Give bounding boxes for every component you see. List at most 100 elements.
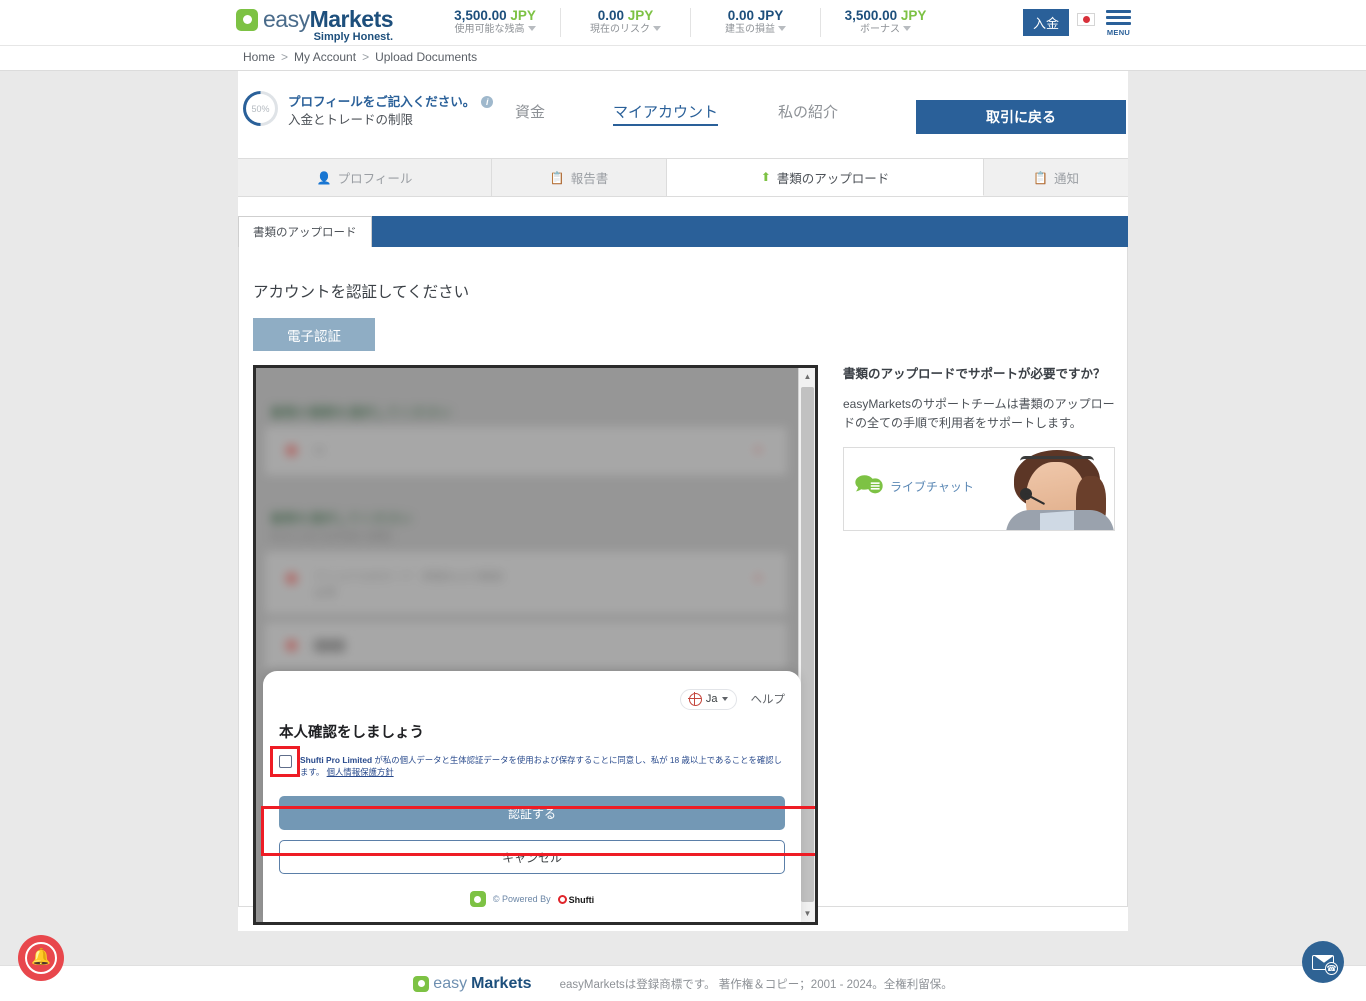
chevron-down-icon[interactable] — [653, 26, 661, 31]
balance-risk-currency: JPY — [628, 8, 654, 23]
shufti-verification-frame: 書類の種類を選択してください ID ▸ 書類を選択してください 有効な身分証明書… — [253, 365, 818, 925]
live-chat-card[interactable]: ライブチャット — [843, 447, 1115, 531]
blurred-option-box — [266, 428, 786, 474]
scroll-up-arrow-icon[interactable]: ▲ — [799, 368, 816, 385]
scroll-down-arrow-icon[interactable]: ▼ — [799, 905, 816, 922]
balance-bonus-label: ボーナス — [860, 24, 900, 35]
account-tab-bar: 👤 プロフィール 📋 報告書 ⬆ 書類のアップロード 📋 通知 — [238, 158, 1128, 197]
contact-widget-button[interactable]: ☎ — [1302, 941, 1344, 983]
consent-row: Shufti Pro Limited が私の個人データと生体認証データを使用およ… — [279, 754, 785, 778]
blurred-arrow-icon: ▸ — [756, 442, 762, 456]
blurred-flag-icon — [286, 573, 297, 584]
blurred-item-3: ████ — [314, 640, 345, 652]
consent-checkbox[interactable] — [279, 755, 292, 768]
balance-pnl-amount: 0.00 — [728, 8, 754, 23]
consent-company-name: Shufti Pro Limited — [300, 755, 372, 765]
top-bar: easyMarkets Simply Honest. 3,500.00 JPY … — [0, 0, 1366, 45]
chevron-down-icon[interactable] — [903, 26, 911, 31]
footer-copyright: easyMarketsは登録商標です。 著作権＆コピー；2001 - 2024。… — [560, 976, 953, 992]
breadcrumb-bar: Home>My Account>Upload Documents — [0, 45, 1366, 71]
support-heading: 書類のアップロードでサポートが必要ですか？ — [843, 365, 1115, 383]
deposit-button[interactable]: 入金 — [1023, 9, 1069, 36]
verify-account-heading: アカウントを認証してください — [253, 280, 469, 302]
back-to-trading-button[interactable]: 取引に戻る — [916, 100, 1126, 134]
shufti-logo: Shufti — [558, 890, 595, 908]
footer-logo[interactable]: easyMarkets — [413, 975, 531, 993]
nav-my-account[interactable]: マイアカウント — [613, 101, 718, 126]
balance-available-label: 使用可能な残高 — [455, 24, 525, 35]
tab-profile[interactable]: 👤 プロフィール — [238, 159, 492, 196]
chevron-down-icon[interactable] — [778, 26, 786, 31]
footer: easyMarkets easyMarketsは登録商標です。 著作権＆コピー；… — [0, 965, 1366, 1001]
nav-my-referrals[interactable]: 私の紹介 — [778, 101, 838, 122]
hamburger-icon — [1106, 16, 1131, 19]
consent-text: Shufti Pro Limited が私の個人データと生体認証データを使用およ… — [300, 754, 785, 778]
balance-group: 3,500.00 JPY 使用可能な残高 0.00 JPY 現在のリスク 0.0… — [430, 0, 950, 45]
blurred-arrow-icon: ▸ — [756, 570, 762, 584]
tab-reports[interactable]: 📋 報告書 — [492, 159, 667, 196]
nav-funds[interactable]: 資金 — [515, 101, 545, 122]
tab-notifications[interactable]: 📋 通知 — [984, 159, 1128, 196]
notification-bell-button[interactable]: 🔔 — [18, 935, 64, 981]
account-header: 50% プロフィールをご記入ください。 i 入金とトレードの制限 資金 マイアカウ… — [238, 71, 1128, 146]
info-icon[interactable]: i — [481, 96, 493, 108]
balance-pnl[interactable]: 0.00 JPY 建玉の損益 — [690, 8, 820, 37]
profile-prompt-line2: 入金とトレードの制限 — [288, 111, 493, 129]
authenticate-button[interactable]: 認証する — [279, 796, 785, 830]
breadcrumb-sep: > — [362, 50, 369, 64]
balance-bonus-amount: 3,500.00 — [845, 8, 898, 23]
balance-risk-amount: 0.00 — [598, 8, 624, 23]
cancel-button[interactable]: キャンセル — [279, 840, 785, 874]
menu-button[interactable]: MENU — [1106, 10, 1131, 37]
electronic-verification-button[interactable]: 電子認証 — [253, 318, 375, 351]
blurred-item-2b: 必須 — [314, 584, 336, 600]
bell-icon: 🔔 — [25, 942, 57, 974]
brand-logo[interactable]: easyMarkets Simply Honest. — [236, 6, 393, 43]
powered-by-row: © Powered By Shufti — [279, 890, 785, 908]
balance-pnl-currency: JPY — [758, 8, 784, 23]
chevron-down-icon[interactable] — [528, 26, 536, 31]
card-tab-upload[interactable]: 書類のアップロード — [238, 216, 372, 247]
balance-bonus[interactable]: 3,500.00 JPY ボーナス — [820, 8, 950, 37]
blurred-flag-icon — [286, 445, 297, 456]
balance-available[interactable]: 3,500.00 JPY 使用可能な残高 — [430, 8, 560, 37]
profile-prompt: プロフィールをご記入ください。 i 入金とトレードの制限 — [288, 93, 493, 129]
tab-upload-documents[interactable]: ⬆ 書類のアップロード — [667, 159, 984, 196]
breadcrumb-my-account[interactable]: My Account — [294, 50, 356, 64]
blurred-item-1: ID — [314, 445, 325, 457]
upload-icon: ⬆ — [761, 170, 771, 184]
tab-notifications-label: 通知 — [1054, 168, 1079, 187]
card-tab-bar — [238, 216, 1128, 247]
breadcrumb-current: Upload Documents — [375, 50, 477, 64]
globe-icon — [689, 693, 702, 706]
chat-bubble-icon — [854, 474, 884, 496]
profile-progress-value: 50% — [251, 104, 269, 114]
balance-risk-label: 現在のリスク — [590, 24, 650, 35]
language-flag-icon[interactable] — [1077, 13, 1095, 26]
blurred-item-2a: ナショナルIDカード（表面および裏面） — [314, 568, 512, 584]
logo-text-markets: Markets — [310, 6, 393, 33]
balance-available-amount: 3,500.00 — [454, 8, 507, 23]
privacy-policy-link[interactable]: 個人情報保護方針 — [327, 767, 394, 777]
sheet-toolbar: Ja ヘルプ — [279, 687, 785, 711]
shufti-consent-sheet: Ja ヘルプ 本人確認をしましょう Shufti Pro Limited が私の… — [263, 671, 801, 922]
language-selector[interactable]: Ja — [680, 689, 737, 710]
phone-icon: ☎ — [1325, 962, 1338, 975]
scrollbar-thumb[interactable] — [801, 387, 814, 902]
upload-documents-card: 書類のアップロード アカウントを認証してください 電子認証 書類の種類を選択して… — [238, 216, 1128, 916]
clipboard-icon: 📋 — [1033, 171, 1048, 185]
breadcrumb: Home>My Account>Upload Documents — [243, 50, 477, 64]
footer-logo-easy: easy — [433, 975, 467, 993]
hamburger-icon — [1106, 10, 1131, 13]
breadcrumb-home[interactable]: Home — [243, 50, 275, 64]
card-body: アカウントを認証してください 電子認証 書類の種類を選択してください ID ▸ … — [238, 247, 1128, 907]
envelope-icon: ☎ — [1312, 955, 1334, 970]
balance-bonus-currency: JPY — [901, 8, 927, 23]
balance-pnl-label: 建玉の損益 — [725, 24, 775, 35]
easymarkets-mark-icon — [470, 891, 486, 907]
logo-mark-icon — [236, 9, 258, 31]
profile-prompt-line1: プロフィールをご記入ください。 — [288, 95, 475, 109]
balance-risk[interactable]: 0.00 JPY 現在のリスク — [560, 8, 690, 37]
powered-by-label: © Powered By — [493, 894, 551, 904]
help-link[interactable]: ヘルプ — [751, 691, 786, 707]
